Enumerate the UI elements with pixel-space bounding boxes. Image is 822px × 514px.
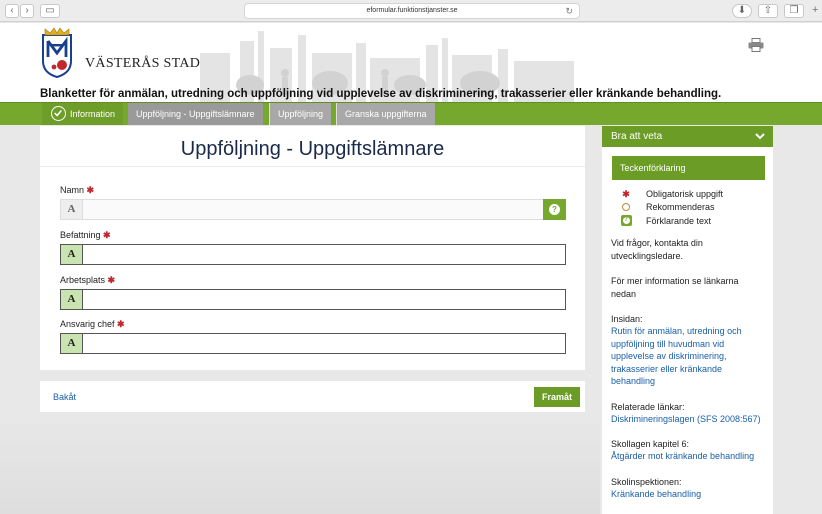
legend-item-required: ✱ Obligatorisk uppgift <box>620 189 723 200</box>
tab-information-label: Information <box>70 109 116 119</box>
reload-icon[interactable]: ↻ <box>565 4 573 18</box>
more-info-text: För mer information se länkarna nedan <box>611 276 739 299</box>
legend-title: Teckenförklaring <box>612 156 765 180</box>
tab-label: Uppföljning - Uppgiftslämnare <box>136 109 255 119</box>
text-field-icon: A <box>61 200 83 219</box>
school-label: Skollagen kapitel 6: <box>611 439 690 449</box>
ansvarig-chef-input[interactable] <box>84 334 564 353</box>
site-header: VÄSTERÅS STAD Blanketter för anmälan, ut… <box>0 23 822 102</box>
sidebar-title: Bra att veta <box>611 131 663 142</box>
info-sidebar: Bra att veta Teckenförklaring ✱ Obligator… <box>602 126 773 514</box>
required-star-icon: ✱ <box>103 230 111 240</box>
field-label-text: Befattning <box>60 230 101 240</box>
inspect-link[interactable]: Kränkande behandling <box>611 488 766 501</box>
recommended-ring-icon <box>622 203 630 211</box>
back-link[interactable]: Bakåt <box>53 392 76 402</box>
befattning-label: Befattning ✱ <box>60 230 111 241</box>
tab-uppfoljning[interactable]: Uppföljning <box>270 103 332 125</box>
tab-label: Uppföljning <box>278 109 324 119</box>
legend-item-recommended: Rekommenderas <box>620 202 715 212</box>
field-label-text: Namn <box>60 185 85 195</box>
tab-label: Granska uppgifterna <box>345 109 427 119</box>
text-field-icon: A <box>61 245 83 264</box>
required-star-icon: ✱ <box>107 275 116 285</box>
tabs-overview-icon[interactable]: ❐ <box>784 4 804 18</box>
help-icon: ? <box>549 204 560 215</box>
name-input[interactable] <box>84 200 564 219</box>
name-label: Namn ✱ <box>60 185 94 196</box>
forward-arrow-icon[interactable]: › <box>20 4 34 18</box>
form-panel: Uppföljning - Uppgiftslämnare Namn ✱ A ?… <box>40 126 585 370</box>
background <box>0 412 600 514</box>
contact-text: Vid frågor, kontakta din utvecklingsleda… <box>611 238 703 261</box>
legend-item-help: ? Förklarande text <box>620 215 711 226</box>
name-field: A ? <box>60 199 566 220</box>
befattning-field: A <box>60 244 566 265</box>
insidan-label: Insidan: <box>611 314 643 324</box>
help-button[interactable]: ? <box>543 199 566 220</box>
download-icon[interactable]: ⬇ <box>732 4 752 18</box>
befattning-input[interactable] <box>84 245 564 264</box>
form-title: Uppföljning - Uppgiftslämnare <box>180 138 445 160</box>
related-label: Relaterade länkar: <box>611 402 685 412</box>
vasteras-logo-icon <box>42 27 72 79</box>
divider <box>40 166 585 167</box>
text-field-icon: A <box>61 334 83 353</box>
tab-uppfoljning-uppgiftslamnare[interactable]: Uppföljning - Uppgiftslämnare <box>128 103 263 125</box>
field-label-text: Ansvarig chef <box>60 319 115 329</box>
legend-label: Obligatorisk uppgift <box>646 189 724 199</box>
tab-granska-uppgifterna[interactable]: Granska uppgifterna <box>337 103 435 125</box>
sidebar-header[interactable]: Bra att veta <box>602 126 773 147</box>
next-button[interactable]: Framåt <box>534 387 580 407</box>
field-label-text: Arbetsplats <box>60 275 106 285</box>
help-icon: ? <box>620 215 632 226</box>
legend-label: Förklarande text <box>646 216 712 226</box>
print-icon[interactable] <box>748 38 764 52</box>
back-arrow-icon[interactable]: ‹ <box>5 4 19 18</box>
tab-information[interactable]: Information <box>42 103 124 125</box>
ansvarig-chef-label: Ansvarig chef ✱ <box>60 319 125 330</box>
arbetsplats-label: Arbetsplats ✱ <box>60 275 115 286</box>
share-icon[interactable]: ⇧ <box>758 4 778 18</box>
school-link[interactable]: Åtgärder mot kränkande behandling <box>611 450 766 463</box>
address-bar[interactable]: eformular.funktionstjanster.se ↻ <box>244 3 580 19</box>
check-circle-icon <box>51 106 66 121</box>
ansvarig-chef-field: A <box>60 333 566 354</box>
new-tab-icon[interactable]: + <box>812 4 818 16</box>
required-star-icon: ✱ <box>117 319 125 329</box>
insidan-link[interactable]: Rutin för anmälan, utredning och uppfölj… <box>611 325 766 388</box>
arbetsplats-field: A <box>60 289 566 310</box>
step-navigation: Information Uppföljning - Uppgiftslämnar… <box>0 102 822 125</box>
chevron-down-icon <box>755 133 765 140</box>
arbetsplats-input[interactable] <box>84 290 564 309</box>
logo-text: VÄSTERÅS STAD <box>85 56 201 71</box>
form-navigation-bar: Bakåt Framåt <box>40 381 585 412</box>
text-field-icon: A <box>61 290 83 309</box>
browser-toolbar: ‹ › ▭ eformular.funktionstjanster.se ↻ ⬇… <box>0 0 822 22</box>
required-star-icon: ✱ <box>622 189 630 199</box>
related-link[interactable]: Diskrimineringslagen (SFS 2008:567) <box>611 413 766 426</box>
required-star-icon: ✱ <box>86 185 95 195</box>
legend-label: Rekommenderas <box>646 202 715 212</box>
sidebar-toggle-icon[interactable]: ▭ <box>40 4 60 18</box>
page-heading: Blanketter för anmälan, utredning och up… <box>40 88 722 100</box>
inspect-label: Skolinspektionen: <box>611 477 682 487</box>
url-text: eformular.funktionstjanster.se <box>366 7 458 14</box>
